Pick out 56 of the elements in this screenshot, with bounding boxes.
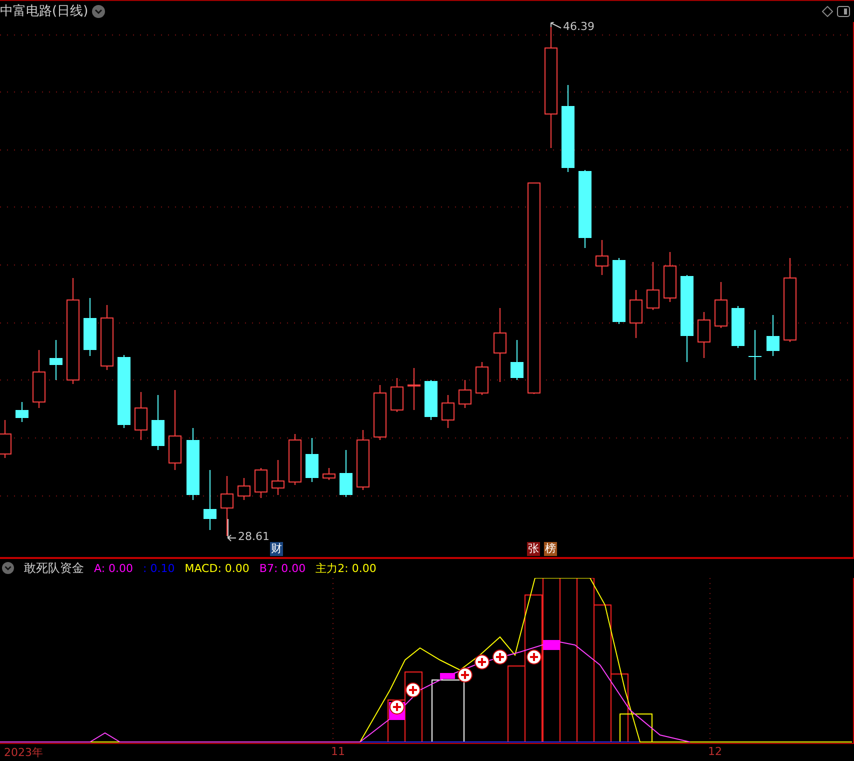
candlestick [510, 339, 524, 380]
candlestick [340, 449, 352, 498]
event-badge[interactable]: 张 [527, 542, 540, 556]
candlestick [748, 329, 762, 380]
axis-label: 12 [708, 745, 722, 758]
indicator-value: 主力2: 0.00 [316, 560, 376, 576]
diamond-icon[interactable] [822, 6, 833, 17]
candlestick [664, 251, 676, 302]
indicator-value: A: 0.00 [94, 562, 134, 575]
candlestick [630, 289, 642, 338]
candlestick [356, 429, 370, 490]
candlestick [424, 379, 438, 420]
chevron-down-icon[interactable] [2, 562, 14, 574]
leader-line [227, 518, 236, 542]
indicator-value: : 0.10 [143, 562, 175, 575]
candlestick [272, 459, 284, 496]
candlestick [220, 475, 234, 536]
price-label: 28.61 [238, 530, 270, 543]
candlestick [288, 433, 302, 486]
candlestick [408, 367, 420, 410]
candlestick [442, 394, 454, 428]
candlestick [100, 304, 114, 370]
axis-label: 2023年 [4, 745, 43, 760]
candlestick [134, 391, 148, 440]
candlestick [322, 467, 336, 480]
candlestick [458, 379, 472, 408]
candlestick [254, 467, 268, 498]
candlestick [204, 469, 216, 530]
event-badge[interactable]: 榜 [544, 542, 557, 556]
candlestick [50, 339, 62, 380]
candlestick [390, 377, 404, 412]
candlestick [238, 477, 250, 500]
candlestick [32, 349, 46, 408]
candlestick [714, 281, 728, 328]
candlestick [732, 305, 744, 348]
indicator-value: MACD: 0.00 [184, 562, 250, 575]
indicator-name: 敢死队资金 [24, 560, 84, 577]
candlestick [374, 384, 386, 440]
event-badge[interactable]: 财 [270, 542, 283, 556]
window-title: 中富电路(日线) [0, 3, 88, 20]
candlestick [84, 297, 96, 356]
candlestick [698, 311, 710, 358]
candlestick [766, 314, 780, 356]
chevron-down-icon[interactable] [92, 4, 106, 18]
candlestick [306, 437, 318, 482]
candlestick [152, 394, 164, 450]
axis-label: 11 [331, 745, 345, 758]
candlestick [646, 261, 660, 310]
candlestick [16, 401, 28, 422]
panel-toggle-icon[interactable] [837, 6, 850, 17]
candlestick [476, 361, 488, 396]
leader-line [550, 22, 562, 28]
candlestick [596, 239, 608, 276]
indicator-value: B7: 0.00 [259, 562, 306, 575]
candlestick [612, 257, 626, 324]
price-label: 46.39 [563, 20, 594, 33]
